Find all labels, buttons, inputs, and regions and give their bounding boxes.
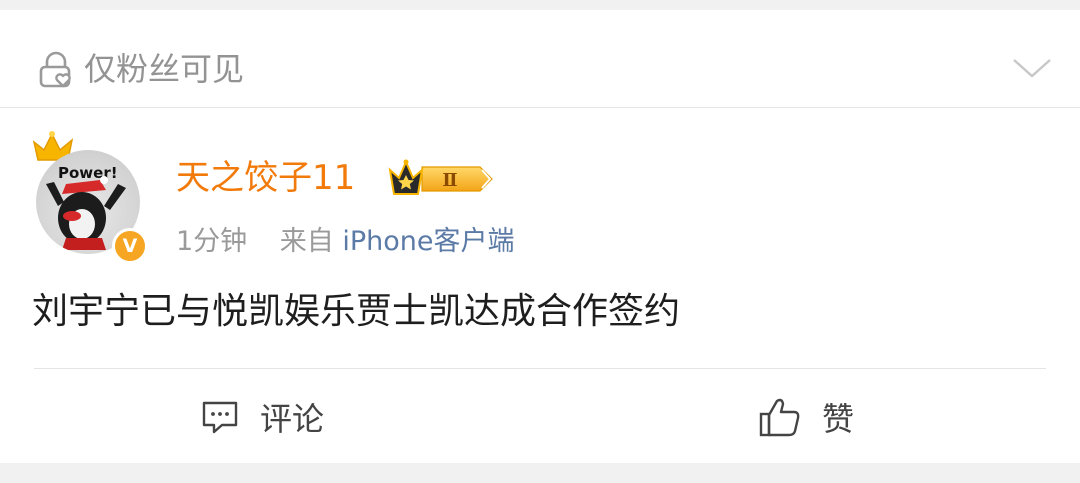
post-meta: 1分钟 来自 iPhone客户端 [176,224,515,260]
author-name[interactable]: 天之饺子11 [176,156,355,200]
vip-level-label: Ⅱ [442,170,457,191]
lock-heart-icon [39,51,71,88]
comment-label: 评论 [260,400,325,438]
bottom-spacer [0,463,1080,483]
comment-button[interactable]: 评论 [200,392,324,442]
post-content[interactable]: 刘宇宁已与悦凯娱乐贾士凯达成合作签约 [32,288,680,336]
post-time: 1分钟 [176,226,248,257]
avatar[interactable]: Power! V [30,128,156,264]
comment-icon [202,401,238,434]
like-button[interactable]: 赞 [758,392,854,442]
divider [34,368,1046,369]
visibility-label: 仅粉丝可见 [84,50,245,88]
post-source[interactable]: iPhone客户端 [342,226,514,257]
thumbs-up-icon [759,398,800,437]
source-prefix: 来自 [279,226,334,257]
top-spacer [0,0,1080,10]
verified-badge: V [112,228,148,264]
visibility-bar[interactable]: 仅粉丝可见 [0,10,1080,108]
chevron-down-icon[interactable] [1010,54,1054,82]
post-card: Power! V 天之饺子11 Ⅱ 1分钟 来自 iPhone客户端 刘宇宁已与… [0,108,1080,463]
vip-crown-badge[interactable]: Ⅱ [388,158,496,200]
like-label: 赞 [822,400,855,438]
